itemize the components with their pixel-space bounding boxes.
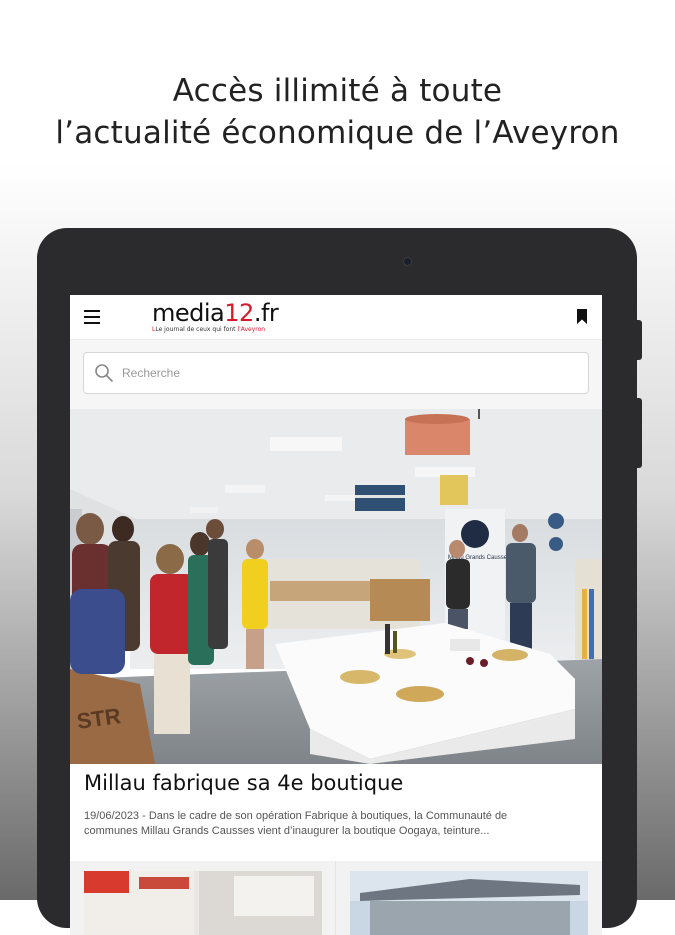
- featured-article-title[interactable]: Millau fabrique sa 4e boutique: [84, 771, 594, 795]
- search-bar-area: [70, 339, 602, 410]
- app-logo[interactable]: media12.fr LLe journal de ceux qui font …: [152, 299, 279, 333]
- promo-line-2: l’actualité économique de l’Aveyron: [55, 115, 620, 151]
- search-input[interactable]: [120, 353, 564, 393]
- bookmark-icon[interactable]: [576, 308, 588, 325]
- camera-icon: [404, 258, 411, 265]
- promo-line-1: Accès illimité à toute: [172, 73, 503, 109]
- card-divider: [335, 861, 336, 935]
- article-card[interactable]: [84, 871, 322, 935]
- featured-article-excerpt: 19/06/2023 - Dans le cadre de son opérat…: [84, 809, 590, 839]
- logo-tagline: LLe journal de ceux qui font l'Aveyron: [152, 326, 266, 333]
- power-button: [637, 398, 642, 468]
- featured-article-image[interactable]: Millau Grands Causses STR: [70, 409, 602, 764]
- article-excerpt-line-2: communes Millau Grands Causses vient d’i…: [84, 825, 490, 837]
- logo-wordmark: media12.fr: [152, 299, 279, 327]
- article-card-thumbnail: [350, 871, 588, 935]
- search-field[interactable]: [83, 352, 589, 394]
- article-excerpt-line-1: - Dans le cadre de son opération Fabriqu…: [139, 810, 508, 822]
- app-header: media12.fr LLe journal de ceux qui font …: [70, 295, 602, 339]
- article-date: 19/06/2023: [84, 810, 140, 822]
- promo-headline: Accès illimité à toute l’actualité écono…: [0, 70, 675, 154]
- article-card-thumbnail: [84, 871, 322, 935]
- hamburger-icon[interactable]: [84, 310, 100, 324]
- volume-button: [637, 320, 642, 360]
- article-cards-row: [70, 861, 602, 935]
- search-icon: [95, 364, 113, 382]
- article-card[interactable]: [350, 871, 588, 935]
- tablet-frame: media12.fr LLe journal de ceux qui font …: [37, 228, 642, 935]
- article-photo: Millau Grands Causses STR: [70, 409, 602, 764]
- app-screen: media12.fr LLe journal de ceux qui font …: [70, 295, 602, 935]
